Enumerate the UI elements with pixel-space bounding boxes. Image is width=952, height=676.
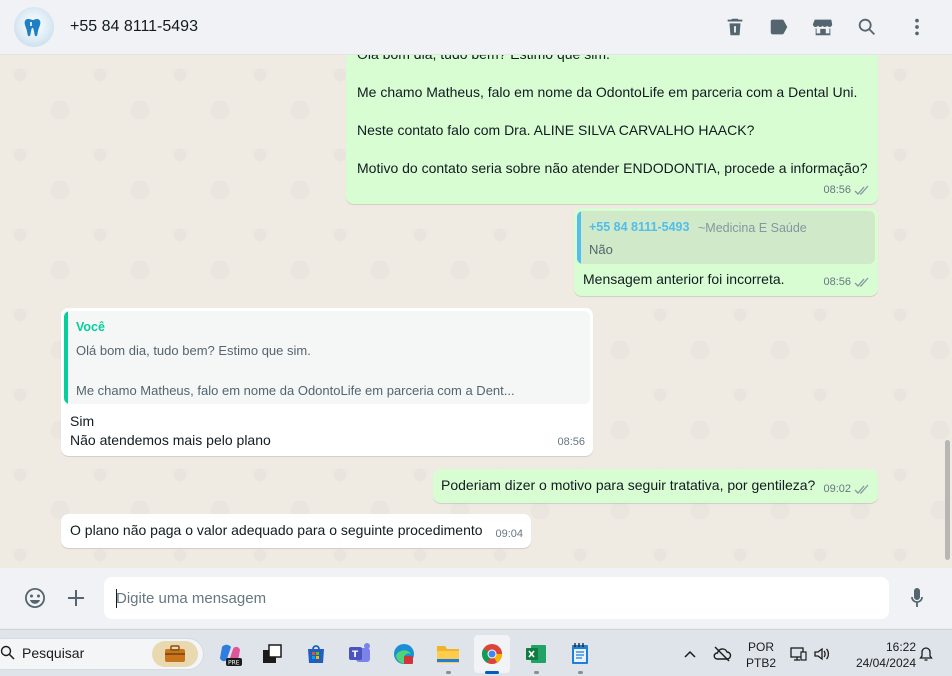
contact-name[interactable]: +55 84 8111-5493 (70, 18, 198, 36)
quote-text: Não (589, 242, 613, 257)
search-icon (0, 645, 15, 660)
notepad-icon[interactable] (566, 640, 594, 668)
message-text: Mensagem anterior foi incorreta. (583, 271, 785, 287)
language-code[interactable]: POR (746, 640, 776, 654)
edge-icon[interactable] (390, 640, 418, 668)
store-icon[interactable] (810, 14, 836, 40)
clock-date[interactable]: 24/04/2024 (842, 656, 916, 670)
copilot-icon[interactable]: PRE (216, 640, 244, 668)
emoji-icon[interactable] (22, 585, 48, 611)
message-incoming[interactable]: Você Olá bom dia, tudo bem? Estimo que s… (61, 308, 593, 456)
message-time: 08:56 (823, 276, 851, 288)
plus-icon[interactable] (63, 585, 89, 611)
message-meta: 09:02 (823, 480, 870, 499)
chat-header: +55 84 8111-5493 (0, 0, 952, 55)
file-explorer-icon[interactable] (434, 640, 462, 668)
message-time: 08:56 (823, 184, 851, 196)
message-time: 09:04 (495, 528, 523, 540)
chrome-icon[interactable] (474, 635, 510, 673)
app-running-indicator (446, 671, 451, 674)
message-outgoing[interactable]: Olá bom dia, tudo bem? Estimo que sim. M… (346, 55, 878, 204)
quote-author-name: ~Medicina E Saúde (698, 221, 807, 235)
notification-bell-icon[interactable] (916, 644, 936, 664)
message-input[interactable] (104, 577, 889, 619)
message-meta: 08:56 (823, 181, 870, 200)
message-meta: 08:56 (557, 433, 585, 452)
scrollbar-thumb[interactable] (945, 440, 950, 560)
task-view-icon[interactable] (258, 640, 286, 668)
quote-author: Você (76, 320, 105, 334)
message-text: Não atendemos mais pelo plano (70, 432, 271, 448)
quoted-message[interactable]: Você Olá bom dia, tudo bem? Estimo que s… (64, 311, 590, 404)
quote-bar (577, 211, 581, 264)
message-incoming[interactable]: O plano não paga o valor adequado para o… (61, 514, 531, 548)
message-outgoing[interactable]: +55 84 8111-5493 ~Medicina E Saúde Não M… (574, 208, 878, 296)
windows-taskbar: Pesquisar PRE T POR PTB2 16:22 24/04/202… (0, 629, 952, 676)
quoted-message[interactable]: +55 84 8111-5493 ~Medicina E Saúde Não (577, 211, 875, 264)
quote-author: +55 84 8111-5493 (589, 220, 690, 234)
excel-icon[interactable] (522, 640, 550, 668)
contact-avatar[interactable] (14, 7, 54, 47)
microphone-icon[interactable] (904, 585, 930, 611)
double-check-icon (854, 185, 869, 195)
double-check-icon (854, 484, 869, 494)
delete-icon[interactable] (722, 14, 748, 40)
quote-bar (64, 311, 68, 404)
message-text: Sim (70, 413, 95, 429)
tooth-logo-icon (24, 19, 41, 37)
app-active-indicator (485, 671, 499, 674)
clock-time[interactable]: 16:22 (842, 640, 916, 654)
label-icon[interactable] (766, 14, 792, 40)
double-check-icon (854, 277, 869, 287)
svg-text:T: T (352, 650, 359, 660)
message-text: O plano não paga o valor adequado para o… (70, 522, 483, 538)
app-running-indicator (534, 671, 539, 674)
taskbar-search-label: Pesquisar (22, 645, 85, 661)
message-time: 09:02 (823, 483, 851, 495)
store-app-icon[interactable] (302, 640, 330, 668)
quote-text: Me chamo Matheus, falo em nome da Odonto… (76, 383, 515, 398)
search-icon[interactable] (854, 14, 880, 40)
cloud-off-icon[interactable] (712, 644, 732, 664)
quote-text: Olá bom dia, tudo bem? Estimo que sim. (76, 343, 311, 358)
chat-area[interactable]: Olá bom dia, tudo bem? Estimo que sim. M… (0, 55, 952, 568)
composer-bar (0, 568, 952, 628)
briefcase-icon[interactable] (152, 641, 198, 667)
message-outgoing[interactable]: Poderiam dizer o motivo para seguir trat… (433, 469, 878, 503)
message-meta: 08:56 (823, 273, 870, 292)
volume-icon[interactable] (812, 644, 832, 664)
svg-text:PRE: PRE (228, 660, 240, 667)
keyboard-layout[interactable]: PTB2 (746, 656, 776, 670)
chat-scrollbar[interactable] (944, 55, 952, 568)
text-cursor (116, 589, 117, 608)
message-text: Poderiam dizer o motivo para seguir trat… (441, 477, 816, 493)
network-icon[interactable] (788, 644, 808, 664)
message-time: 08:56 (557, 436, 585, 448)
menu-icon[interactable] (904, 14, 930, 40)
message-line: Olá bom dia, tudo bem? Estimo que sim. (357, 55, 610, 64)
message-line: Me chamo Matheus, falo em nome da Odonto… (357, 84, 858, 100)
message-line: Motivo do contato seria sobre não atende… (357, 160, 868, 176)
message-meta: 09:04 (495, 525, 523, 544)
app-running-indicator (578, 671, 583, 674)
chevron-up-icon[interactable] (680, 644, 700, 664)
message-line: Neste contato falo com Dra. ALINE SILVA … (357, 122, 755, 138)
teams-icon[interactable]: T (346, 640, 374, 668)
